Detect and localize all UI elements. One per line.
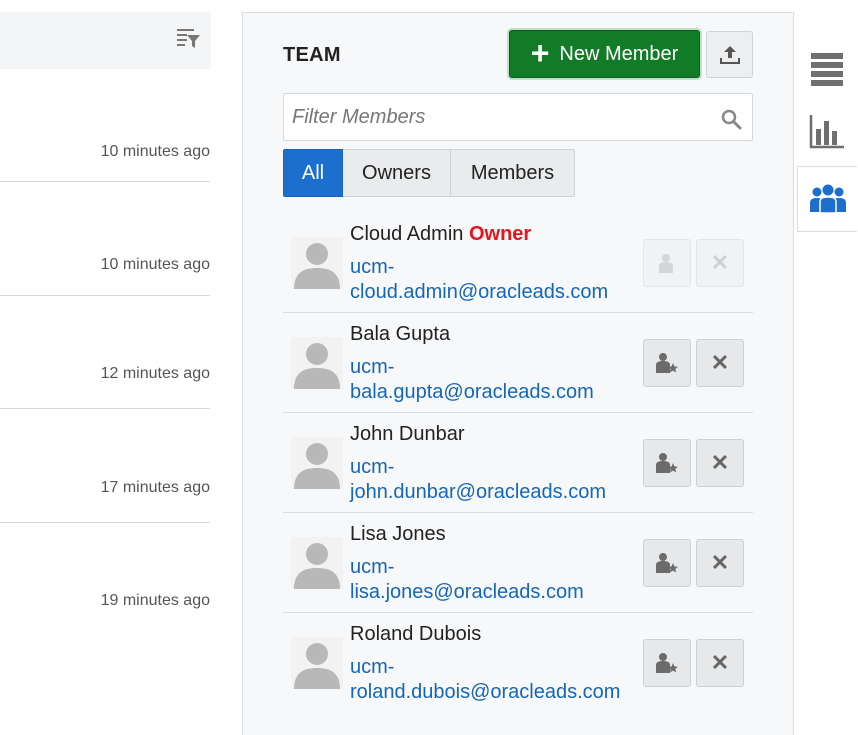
user-avatar-icon bbox=[291, 337, 343, 389]
list-view-button[interactable] bbox=[797, 44, 857, 94]
user-avatar-icon bbox=[291, 537, 343, 589]
user-avatar-icon bbox=[291, 237, 343, 289]
remove-icon: ✕ bbox=[710, 450, 730, 475]
member-name: Lisa Jones bbox=[350, 523, 446, 545]
team-icon bbox=[809, 184, 846, 214]
owner-badge: Owner bbox=[468, 223, 532, 245]
remove-icon: ✕ bbox=[710, 650, 730, 675]
activity-filter-bar bbox=[0, 12, 211, 69]
member-name: John Dunbar bbox=[350, 423, 465, 445]
member-row: Cloud Admin Owner ucm- cloud.admin@oracl… bbox=[283, 213, 753, 313]
new-member-button[interactable]: + New Member bbox=[509, 30, 700, 78]
filter-members-field bbox=[283, 93, 753, 141]
make-owner-button[interactable] bbox=[643, 639, 691, 687]
tab-all[interactable]: All bbox=[283, 149, 343, 197]
member-email-link[interactable]: ucm- lisa.jones@oracleads.com bbox=[350, 555, 584, 605]
make-owner-button bbox=[643, 239, 691, 287]
member-email-link[interactable]: ucm- roland.dubois@oracleads.com bbox=[350, 655, 620, 705]
activity-timestamp: 12 minutes ago bbox=[100, 365, 210, 382]
member-email-link[interactable]: ucm- bala.gupta@oracleads.com bbox=[350, 355, 594, 405]
member-name: Bala Gupta bbox=[350, 323, 451, 345]
activity-divider bbox=[0, 408, 210, 409]
make-owner-icon bbox=[659, 254, 673, 273]
member-name: Roland Dubois bbox=[350, 623, 482, 645]
remove-member-button[interactable]: ✕ bbox=[696, 439, 744, 487]
tab-members[interactable]: Members bbox=[451, 149, 575, 197]
make-owner-icon bbox=[656, 453, 678, 473]
member-row: Lisa Jones ucm- lisa.jones@oracleads.com… bbox=[283, 513, 753, 613]
make-owner-icon bbox=[656, 553, 678, 573]
make-owner-button[interactable] bbox=[643, 339, 691, 387]
member-row: John Dunbar ucm- john.dunbar@oracleads.c… bbox=[283, 413, 753, 513]
make-owner-button[interactable] bbox=[643, 439, 691, 487]
activity-divider bbox=[0, 181, 210, 182]
activity-timestamp: 19 minutes ago bbox=[100, 592, 210, 609]
member-name: Cloud Admin Owner bbox=[350, 223, 532, 245]
tab-owners[interactable]: Owners bbox=[343, 149, 451, 197]
member-email-link[interactable]: ucm- john.dunbar@oracleads.com bbox=[350, 455, 606, 505]
bar-chart-icon bbox=[809, 115, 844, 149]
remove-icon: ✕ bbox=[710, 550, 730, 575]
activity-timestamp: 10 minutes ago bbox=[100, 256, 210, 273]
user-avatar-icon bbox=[291, 437, 343, 489]
member-row: Bala Gupta ucm- bala.gupta@oracleads.com… bbox=[283, 313, 753, 413]
plus-icon: + bbox=[530, 34, 550, 71]
remove-icon: ✕ bbox=[710, 250, 730, 275]
team-view-button[interactable] bbox=[797, 166, 857, 232]
member-email-link[interactable]: ucm- cloud.admin@oracleads.com bbox=[350, 255, 608, 305]
analytics-button[interactable] bbox=[797, 106, 857, 156]
remove-member-button[interactable]: ✕ bbox=[696, 339, 744, 387]
activity-timestamp: 10 minutes ago bbox=[100, 143, 210, 160]
activity-timestamp: 17 minutes ago bbox=[100, 479, 210, 496]
remove-member-button: ✕ bbox=[696, 239, 744, 287]
activity-divider bbox=[0, 522, 210, 523]
upload-button[interactable] bbox=[706, 31, 753, 78]
activity-divider bbox=[0, 295, 210, 296]
search-icon[interactable] bbox=[720, 108, 742, 130]
remove-member-button[interactable]: ✕ bbox=[696, 639, 744, 687]
make-owner-button[interactable] bbox=[643, 539, 691, 587]
remove-icon: ✕ bbox=[710, 350, 730, 375]
filter-members-input[interactable] bbox=[284, 94, 704, 140]
user-avatar-icon bbox=[291, 637, 343, 689]
filter-list-icon[interactable] bbox=[175, 26, 201, 52]
make-owner-icon bbox=[656, 653, 678, 673]
make-owner-icon bbox=[656, 353, 678, 373]
remove-member-button[interactable]: ✕ bbox=[696, 539, 744, 587]
team-title: TEAM bbox=[283, 44, 341, 66]
list-view-icon bbox=[811, 53, 843, 86]
new-member-label: New Member bbox=[559, 42, 679, 65]
upload-icon bbox=[719, 45, 740, 64]
member-row: Roland Dubois ucm- roland.dubois@oraclea… bbox=[283, 613, 753, 713]
